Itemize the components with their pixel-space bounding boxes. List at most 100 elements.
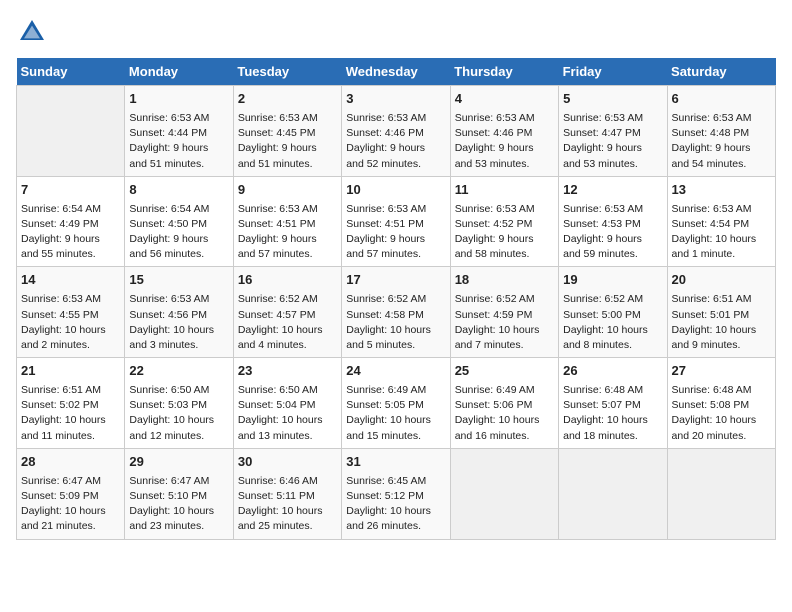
- day-info: Sunrise: 6:49 AM Sunset: 5:05 PM Dayligh…: [346, 383, 445, 444]
- calendar-cell: 11Sunrise: 6:53 AM Sunset: 4:52 PM Dayli…: [450, 176, 558, 267]
- week-row-4: 21 Sunrise: 6:51 AM Sunset: 5:02 PM Dayli…: [17, 358, 776, 449]
- day-info: Sunrise: 6:53 AM Sunset: 4:44 PM Dayligh…: [129, 111, 228, 172]
- day-number: 20: [672, 271, 771, 290]
- day-info: Sunrise: 6:52 AM Sunset: 4:57 PM Dayligh…: [238, 292, 337, 353]
- day-info: Sunrise: 6:48 AM Sunset: 5:07 PM Dayligh…: [563, 383, 662, 444]
- day-number: 14: [21, 271, 120, 290]
- day-number: 3: [346, 90, 445, 109]
- calendar-cell: 23 Sunrise: 6:50 AM Sunset: 5:04 PM Dayli…: [233, 358, 341, 449]
- calendar-cell: 25Sunrise: 6:49 AM Sunset: 5:06 PM Dayli…: [450, 358, 558, 449]
- calendar-cell: 14 Sunrise: 6:53 AM Sunset: 4:55 PM Dayli…: [17, 267, 125, 358]
- day-number: 6: [672, 90, 771, 109]
- calendar-cell: 13 Sunrise: 6:53 AM Sunset: 4:54 PM Dayli…: [667, 176, 775, 267]
- day-number: 12: [563, 181, 662, 200]
- calendar-cell: 7Sunrise: 6:54 AM Sunset: 4:49 PM Daylig…: [17, 176, 125, 267]
- calendar-cell: 17 Sunrise: 6:52 AM Sunset: 4:58 PM Dayli…: [342, 267, 450, 358]
- calendar-cell: 16 Sunrise: 6:52 AM Sunset: 4:57 PM Dayli…: [233, 267, 341, 358]
- day-info: Sunrise: 6:52 AM Sunset: 4:58 PM Dayligh…: [346, 292, 445, 353]
- calendar-cell: [17, 86, 125, 177]
- calendar-cell: 20 Sunrise: 6:51 AM Sunset: 5:01 PM Dayli…: [667, 267, 775, 358]
- calendar-cell: 22 Sunrise: 6:50 AM Sunset: 5:03 PM Dayli…: [125, 358, 233, 449]
- day-number: 24: [346, 362, 445, 381]
- calendar-cell: 30 Sunrise: 6:46 AM Sunset: 5:11 PM Dayli…: [233, 448, 341, 539]
- calendar-cell: 10Sunrise: 6:53 AM Sunset: 4:51 PM Dayli…: [342, 176, 450, 267]
- day-info: Sunrise: 6:53 AM Sunset: 4:46 PM Dayligh…: [346, 111, 445, 172]
- calendar-cell: 31 Sunrise: 6:45 AM Sunset: 5:12 PM Dayli…: [342, 448, 450, 539]
- day-number: 19: [563, 271, 662, 290]
- weekday-header-friday: Friday: [559, 58, 667, 86]
- day-number: 31: [346, 453, 445, 472]
- day-number: 1: [129, 90, 228, 109]
- day-info: Sunrise: 6:46 AM Sunset: 5:11 PM Dayligh…: [238, 474, 337, 535]
- calendar-cell: 6 Sunrise: 6:53 AM Sunset: 4:48 PM Daylig…: [667, 86, 775, 177]
- calendar-cell: 27 Sunrise: 6:48 AM Sunset: 5:08 PM Dayli…: [667, 358, 775, 449]
- day-info: Sunrise: 6:53 AM Sunset: 4:46 PM Dayligh…: [455, 111, 554, 172]
- day-info: Sunrise: 6:53 AM Sunset: 4:55 PM Dayligh…: [21, 292, 120, 353]
- calendar-cell: 19 Sunrise: 6:52 AM Sunset: 5:00 PM Dayli…: [559, 267, 667, 358]
- calendar-cell: 24 Sunrise: 6:49 AM Sunset: 5:05 PM Dayli…: [342, 358, 450, 449]
- day-info: Sunrise: 6:53 AM Sunset: 4:56 PM Dayligh…: [129, 292, 228, 353]
- logo-icon: [16, 16, 48, 48]
- calendar-cell: 5Sunrise: 6:53 AM Sunset: 4:47 PM Daylig…: [559, 86, 667, 177]
- day-info: Sunrise: 6:53 AM Sunset: 4:51 PM Dayligh…: [238, 202, 337, 263]
- day-info: Sunrise: 6:48 AM Sunset: 5:08 PM Dayligh…: [672, 383, 771, 444]
- day-number: 13: [672, 181, 771, 200]
- day-info: Sunrise: 6:50 AM Sunset: 5:04 PM Dayligh…: [238, 383, 337, 444]
- day-number: 30: [238, 453, 337, 472]
- week-row-2: 7Sunrise: 6:54 AM Sunset: 4:49 PM Daylig…: [17, 176, 776, 267]
- day-number: 16: [238, 271, 337, 290]
- day-number: 11: [455, 181, 554, 200]
- day-number: 15: [129, 271, 228, 290]
- calendar-cell: [450, 448, 558, 539]
- calendar-cell: 8Sunrise: 6:54 AM Sunset: 4:50 PM Daylig…: [125, 176, 233, 267]
- calendar-cell: 28 Sunrise: 6:47 AM Sunset: 5:09 PM Dayli…: [17, 448, 125, 539]
- day-number: 27: [672, 362, 771, 381]
- day-info: Sunrise: 6:51 AM Sunset: 5:02 PM Dayligh…: [21, 383, 120, 444]
- day-number: 17: [346, 271, 445, 290]
- day-number: 26: [563, 362, 662, 381]
- weekday-header-monday: Monday: [125, 58, 233, 86]
- calendar-cell: 4 Sunrise: 6:53 AM Sunset: 4:46 PM Daylig…: [450, 86, 558, 177]
- day-info: Sunrise: 6:45 AM Sunset: 5:12 PM Dayligh…: [346, 474, 445, 535]
- day-number: 10: [346, 181, 445, 200]
- day-info: Sunrise: 6:53 AM Sunset: 4:54 PM Dayligh…: [672, 202, 771, 263]
- week-row-1: 1 Sunrise: 6:53 AM Sunset: 4:44 PM Daylig…: [17, 86, 776, 177]
- week-row-3: 14 Sunrise: 6:53 AM Sunset: 4:55 PM Dayli…: [17, 267, 776, 358]
- day-number: 25: [455, 362, 554, 381]
- day-number: 18: [455, 271, 554, 290]
- day-number: 21: [21, 362, 120, 381]
- calendar-cell: 12Sunrise: 6:53 AM Sunset: 4:53 PM Dayli…: [559, 176, 667, 267]
- day-info: Sunrise: 6:51 AM Sunset: 5:01 PM Dayligh…: [672, 292, 771, 353]
- day-number: 4: [455, 90, 554, 109]
- day-info: Sunrise: 6:52 AM Sunset: 4:59 PM Dayligh…: [455, 292, 554, 353]
- calendar-cell: 26 Sunrise: 6:48 AM Sunset: 5:07 PM Dayli…: [559, 358, 667, 449]
- day-info: Sunrise: 6:50 AM Sunset: 5:03 PM Dayligh…: [129, 383, 228, 444]
- calendar-header-row: SundayMondayTuesdayWednesdayThursdayFrid…: [17, 58, 776, 86]
- calendar-cell: [559, 448, 667, 539]
- calendar-cell: 2 Sunrise: 6:53 AM Sunset: 4:45 PM Daylig…: [233, 86, 341, 177]
- day-info: Sunrise: 6:53 AM Sunset: 4:45 PM Dayligh…: [238, 111, 337, 172]
- weekday-header-tuesday: Tuesday: [233, 58, 341, 86]
- calendar-cell: 15 Sunrise: 6:53 AM Sunset: 4:56 PM Dayli…: [125, 267, 233, 358]
- page-header: [16, 16, 776, 48]
- day-info: Sunrise: 6:52 AM Sunset: 5:00 PM Dayligh…: [563, 292, 662, 353]
- day-number: 28: [21, 453, 120, 472]
- calendar-cell: [667, 448, 775, 539]
- week-row-5: 28 Sunrise: 6:47 AM Sunset: 5:09 PM Dayli…: [17, 448, 776, 539]
- day-info: Sunrise: 6:53 AM Sunset: 4:48 PM Dayligh…: [672, 111, 771, 172]
- calendar-cell: 3 Sunrise: 6:53 AM Sunset: 4:46 PM Daylig…: [342, 86, 450, 177]
- weekday-header-wednesday: Wednesday: [342, 58, 450, 86]
- day-number: 2: [238, 90, 337, 109]
- weekday-header-sunday: Sunday: [17, 58, 125, 86]
- day-number: 7: [21, 181, 120, 200]
- day-number: 22: [129, 362, 228, 381]
- calendar-table: SundayMondayTuesdayWednesdayThursdayFrid…: [16, 58, 776, 540]
- calendar-cell: 9Sunrise: 6:53 AM Sunset: 4:51 PM Daylig…: [233, 176, 341, 267]
- weekday-header-saturday: Saturday: [667, 58, 775, 86]
- day-number: 5: [563, 90, 662, 109]
- day-number: 23: [238, 362, 337, 381]
- day-info: Sunrise: 6:47 AM Sunset: 5:09 PM Dayligh…: [21, 474, 120, 535]
- day-number: 29: [129, 453, 228, 472]
- calendar-cell: 29 Sunrise: 6:47 AM Sunset: 5:10 PM Dayli…: [125, 448, 233, 539]
- day-info: Sunrise: 6:47 AM Sunset: 5:10 PM Dayligh…: [129, 474, 228, 535]
